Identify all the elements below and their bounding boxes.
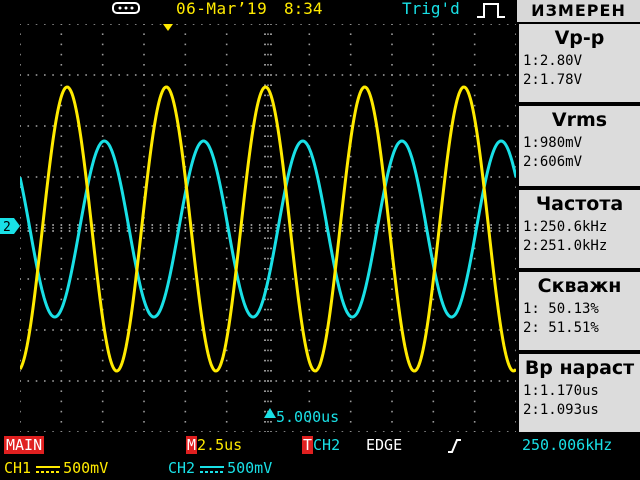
measure-title: Скважн [537,275,622,297]
trigger-type: EDGE [366,436,403,454]
measure-ch1-value: 1: 50.13% [523,301,599,317]
measure-panel-frequency[interactable]: Частота 1:250.6kHz 2:251.0kHz [519,190,640,268]
timebase-value: 2.5us [197,436,243,454]
time-offset-label: 5.000us [276,408,339,426]
measure-menu: ИЗМЕРЕН Vp-p 1:2.80V 2:1.78V Vrms 1:980m… [517,0,640,432]
dc-coupling-icon [36,465,61,473]
trigger-source-readout: TCH2 [302,436,340,454]
channel-scale-bar: CH1 500mV CH2 500mV [0,458,640,480]
measure-title: Vrms [551,109,608,131]
mode-badge: MAIN [4,436,45,454]
timebase-bar: MAIN M2.5us TCH2 EDGE 250.006kHz [0,436,640,456]
timebase-prefix: M [186,436,198,454]
waveform-display: 5.000us [20,24,516,432]
trigger-source: CH2 [313,436,341,454]
measure-ch1-value: 1:250.6kHz [523,219,608,235]
ch2-scale: 500mV [227,459,273,477]
measure-ch1-value: 1:1.170us [523,383,599,399]
rising-slope-icon [448,439,461,453]
measure-panel-rise-time[interactable]: Вр нараст 1:1.170us 2:1.093us [519,354,640,432]
measure-title: Частота [535,193,624,215]
timebase-readout: M2.5us [186,436,242,454]
ch2-scale-readout: CH2 500mV [168,458,272,478]
ch1-scale-readout: CH1 500mV [4,458,108,478]
rising-edge-icon [477,3,505,18]
measure-ch2-value: 2: 51.51% [523,320,599,336]
measure-ch2-value: 2:1.78V [523,72,583,88]
ch2-ground-marker: 2 [0,218,20,234]
measure-ch2-value: 2:1.093us [523,402,599,418]
trigger-status: Trig'd [402,0,460,18]
time-readout: 8:34 [284,0,323,18]
date-readout: 06-Mar’19 [176,0,268,18]
ch2-marker-label: 2 [3,220,11,234]
measure-menu-header[interactable]: ИЗМЕРЕН [517,0,640,22]
trigger-prefix: T [302,436,314,454]
dc-coupling-icon [200,465,225,473]
ch1-label: CH1 [4,459,32,477]
ch2-label: CH2 [168,459,196,477]
ch1-scale: 500mV [63,459,109,477]
usb-icon [112,2,140,14]
trigger-frequency: 250.006kHz [522,436,613,454]
measure-ch2-value: 2:606mV [523,154,583,170]
measure-title: Vp-p [554,27,605,49]
measure-ch2-value: 2:251.0kHz [523,238,608,254]
measure-panel-duty-cycle[interactable]: Скважн 1: 50.13% 2: 51.51% [519,272,640,350]
measure-title: Вр нараст [524,357,635,379]
measure-panel-vpp[interactable]: Vp-p 1:2.80V 2:1.78V [519,24,640,102]
measure-ch1-value: 1:980mV [523,135,583,151]
measure-ch1-value: 1:2.80V [523,53,583,69]
measure-panel-vrms[interactable]: Vrms 1:980mV 2:606mV [519,106,640,186]
